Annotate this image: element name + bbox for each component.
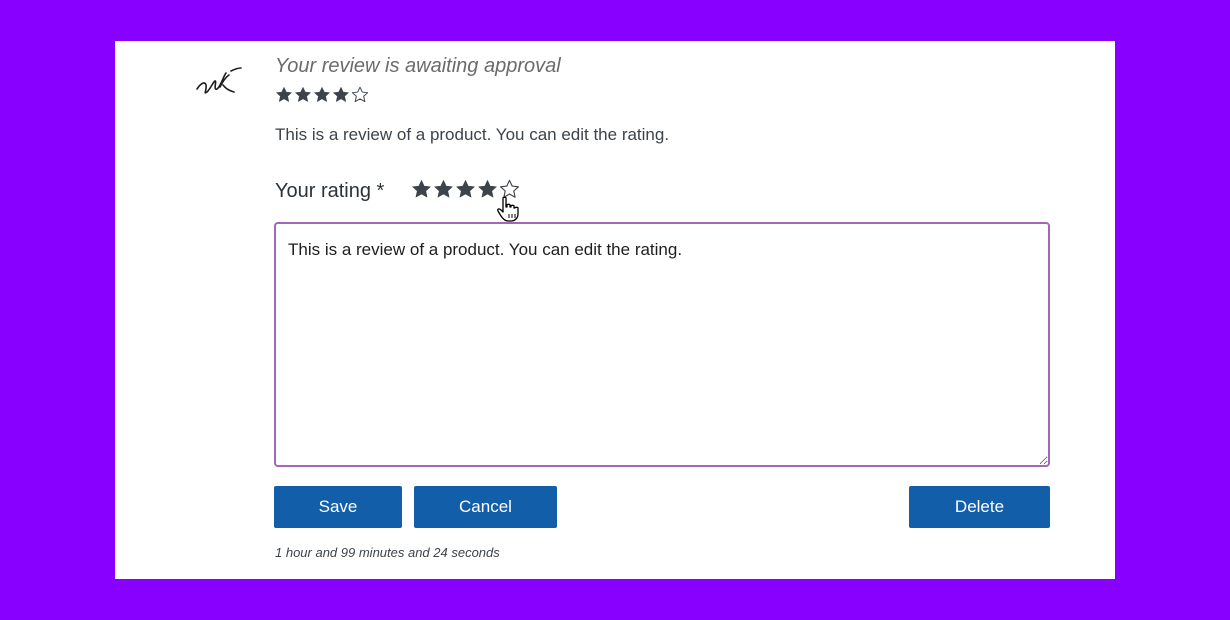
review-timestamp: 1 hour and 99 minutes and 24 seconds	[275, 545, 500, 560]
star-outline-icon[interactable]	[499, 179, 520, 198]
review-textarea-wrapper	[274, 222, 1050, 467]
star-filled-icon[interactable]	[477, 179, 498, 198]
star-filled-icon	[275, 86, 293, 103]
cancel-button[interactable]: Cancel	[414, 486, 557, 528]
rating-label: Your rating *	[275, 180, 385, 202]
review-card: Your review is awaiting approval This is…	[115, 41, 1115, 579]
delete-button[interactable]: Delete	[909, 486, 1050, 528]
star-filled-icon[interactable]	[433, 179, 454, 198]
star-filled-icon[interactable]	[455, 179, 476, 198]
star-filled-icon	[332, 86, 350, 103]
star-filled-icon	[294, 86, 312, 103]
star-outline-icon	[351, 86, 369, 103]
save-button[interactable]: Save	[274, 486, 402, 528]
review-rating-stars	[275, 86, 369, 103]
pointer-hand-cursor-icon	[497, 196, 519, 222]
signature-avatar-icon	[193, 63, 249, 105]
review-textarea[interactable]	[274, 222, 1050, 467]
review-text: This is a review of a product. You can e…	[275, 125, 670, 144]
rating-star-input[interactable]	[411, 179, 520, 198]
review-status-text: Your review is awaiting approval	[275, 55, 561, 77]
star-filled-icon[interactable]	[411, 179, 432, 198]
star-filled-icon	[313, 86, 331, 103]
